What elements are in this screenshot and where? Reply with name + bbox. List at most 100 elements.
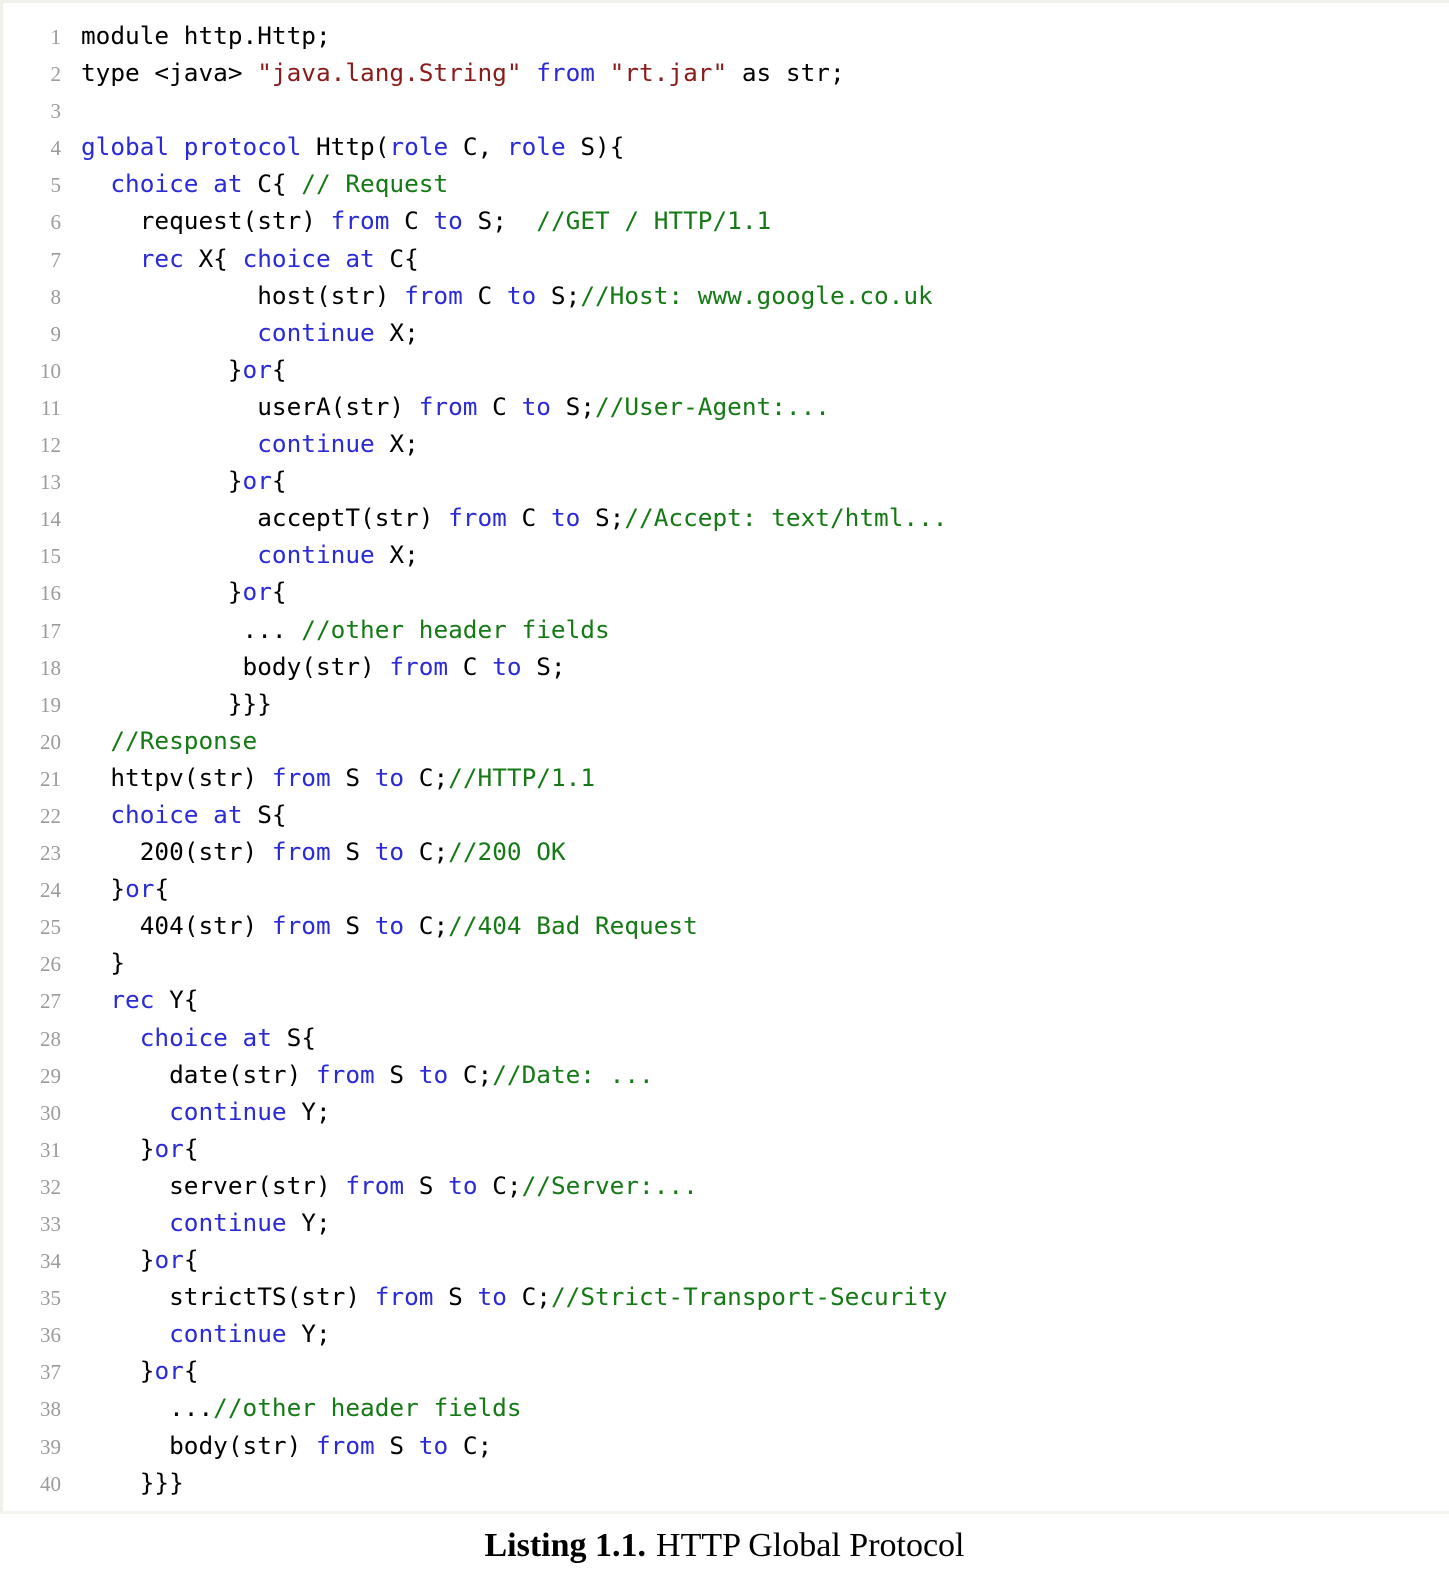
line-number: 23 (40, 841, 61, 866)
code-token-kw: continue (169, 1319, 287, 1349)
code-token-plain: }}} (81, 688, 272, 718)
code-line-text: continue X; (61, 425, 419, 462)
code-token-plain: X; (374, 540, 419, 570)
code-line: 12 continue X; (3, 425, 1449, 462)
code-line-text: }or{ (61, 870, 169, 907)
code-token-cmt: //User-Agent:... (595, 391, 830, 421)
line-number: 21 (40, 766, 61, 791)
code-token-plain: { (154, 874, 170, 904)
code-token-kw: choice at (139, 1022, 272, 1052)
line-number: 2 (50, 62, 62, 87)
code-line: 7 rec X{ choice at C{ (3, 240, 1449, 277)
line-number: 10 (40, 358, 61, 383)
code-token-plain: userA(str) (81, 391, 419, 421)
code-line-text: type <java> "java.lang.String" from "rt.… (61, 54, 845, 91)
line-number: 13 (40, 470, 61, 495)
code-token-plain: Y; (286, 1319, 331, 1349)
code-line-text: ...//other header fields (61, 1389, 522, 1426)
code-token-plain: C; (404, 911, 449, 941)
code-token-plain: acceptT(str) (81, 503, 449, 533)
code-token-plain: S (433, 1282, 478, 1312)
code-token-kw: from (345, 1170, 405, 1200)
code-token-plain: C; (477, 1170, 522, 1200)
code-line: 8 host(str) from C to S;//Host: www.goog… (3, 277, 1449, 314)
code-line: 2 type <java> "java.lang.String" from "rt… (3, 54, 1449, 91)
line-number: 17 (40, 618, 61, 643)
line-number: 24 (40, 878, 61, 903)
code-line-text: }or{ (61, 462, 287, 499)
code-token-plain: ... (81, 1393, 214, 1423)
code-token-cmt: //404 Bad Request (448, 911, 698, 941)
code-line-text: continue Y; (61, 1315, 331, 1352)
code-line-text: 404(str) from S to C;//404 Bad Request (61, 907, 698, 944)
code-token-plain: Y; (286, 1096, 331, 1126)
code-token-cmt: //Server:... (521, 1170, 698, 1200)
code-line: 33 continue Y; (3, 1204, 1449, 1241)
code-token-plain: as str; (727, 58, 845, 88)
code-token-kw: choice at (242, 243, 375, 273)
code-token-str: "rt.jar" (609, 58, 728, 88)
code-line: 20 //Response (3, 722, 1449, 759)
code-line-text: choice at C{ // Request (61, 165, 448, 202)
code-line-text: continue Y; (61, 1204, 331, 1241)
line-number: 37 (40, 1360, 61, 1385)
code-line: 38 ...//other header fields (3, 1389, 1449, 1426)
code-token-plain: ... (81, 614, 302, 644)
line-number: 31 (40, 1137, 61, 1162)
code-token-kw: continue (169, 1208, 287, 1237)
code-token-kw: to (477, 1282, 507, 1312)
code-token-plain: C{ (242, 169, 302, 199)
code-line: 30 continue Y; (3, 1093, 1449, 1130)
code-line: 24 }or{ (3, 870, 1449, 907)
code-token-plain: S{ (271, 1022, 316, 1052)
code-line-text: userA(str) from C to S;//User-Agent:... (61, 388, 830, 425)
code-token-kw: or (154, 1245, 184, 1275)
code-line: 35 strictTS(str) from S to C;//Strict-Tr… (3, 1278, 1449, 1315)
code-token-cmt: //200 OK (448, 837, 566, 867)
code-line: 6 request(str) from C to S; //GET / HTTP… (3, 202, 1449, 239)
line-number: 4 (50, 136, 62, 161)
code-token-cmt: //other header fields (301, 614, 610, 644)
code-token-plain: S (374, 1059, 419, 1089)
line-number: 9 (50, 321, 62, 346)
code-line-text: //Response (61, 722, 257, 759)
code-token-cmt: //Response (110, 725, 258, 755)
code-token-plain: S; (580, 503, 625, 533)
code-line-text: request(str) from C to S; //GET / HTTP/1… (61, 202, 771, 239)
code-token-plain: C; (506, 1282, 551, 1312)
code-token-plain: C (462, 280, 507, 310)
code-token-kw: from (315, 1430, 375, 1460)
line-number: 11 (40, 395, 61, 420)
code-line: 14 acceptT(str) from C to S;//Accept: te… (3, 499, 1449, 536)
code-line: 37 }or{ (3, 1352, 1449, 1389)
code-line-text: }or{ (61, 1130, 199, 1167)
code-token-plain: S (330, 762, 375, 792)
code-line-text: strictTS(str) from S to C;//Strict-Trans… (61, 1278, 947, 1315)
code-token-plain: S; (521, 651, 566, 681)
code-line-text: }or{ (61, 1352, 199, 1389)
code-line: 25 404(str) from S to C;//404 Bad Reques… (3, 907, 1449, 944)
code-token-plain: module http.Http; (81, 21, 331, 50)
line-number: 14 (40, 507, 61, 532)
line-number: 38 (40, 1397, 61, 1422)
code-token-kw: from (315, 1059, 375, 1089)
code-line: 19 }}} (3, 685, 1449, 722)
code-token-kw: from (330, 206, 390, 236)
code-token-kw: rec (110, 985, 155, 1015)
code-line: 4 global protocol Http(role C, role S){ (3, 128, 1449, 165)
code-token-cmt: //other header fields (213, 1393, 522, 1423)
line-number: 12 (40, 433, 61, 458)
code-line-text: global protocol Http(role C, role S){ (61, 128, 624, 165)
code-token-kw: continue (257, 540, 375, 570)
code-line: 36 continue Y; (3, 1315, 1449, 1352)
code-line-text: rec X{ choice at C{ (61, 240, 419, 277)
code-line-text: rec Y{ (61, 981, 198, 1018)
code-token-plain: type <java> (81, 58, 258, 88)
code-token-kw: or (242, 466, 272, 496)
